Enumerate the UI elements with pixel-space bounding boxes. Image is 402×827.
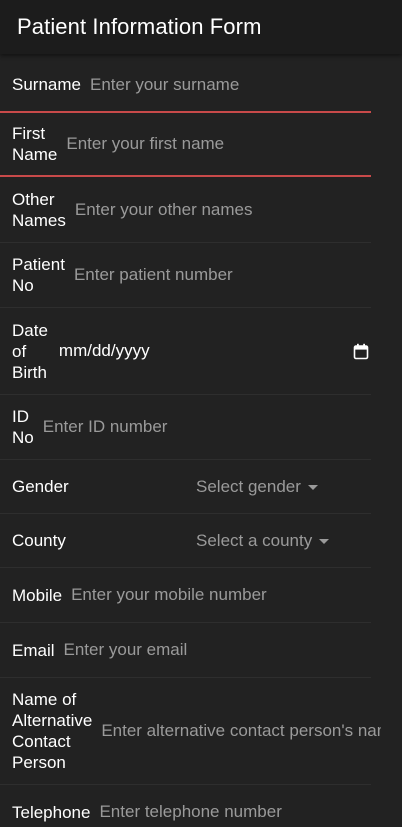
gender-select[interactable]: Select gender bbox=[196, 477, 318, 497]
surname-row: Surname bbox=[0, 58, 371, 113]
chevron-down-icon bbox=[307, 485, 318, 490]
first-name-label: First Name bbox=[12, 124, 58, 164]
gender-row: Gender Select gender bbox=[0, 460, 371, 514]
alt-contact-row: Name of Alternative Contact Person bbox=[0, 678, 381, 785]
telephone-input[interactable] bbox=[99, 802, 371, 822]
alt-contact-label: Name of Alternative Contact Person bbox=[12, 690, 93, 772]
mobile-row: Mobile bbox=[0, 568, 371, 623]
other-names-label: Other Names bbox=[12, 189, 66, 230]
first-name-input[interactable] bbox=[66, 134, 371, 154]
page-title: Patient Information Form bbox=[17, 14, 262, 39]
mobile-input[interactable] bbox=[71, 585, 371, 605]
telephone-label: Telephone bbox=[12, 802, 91, 822]
patient-no-input[interactable] bbox=[73, 265, 371, 285]
other-names-input[interactable] bbox=[74, 199, 371, 220]
dob-label: Date of Birth bbox=[12, 320, 48, 382]
email-label: Email bbox=[12, 640, 55, 660]
patient-no-row: Patient No bbox=[0, 243, 371, 308]
chevron-down-icon bbox=[319, 539, 330, 544]
id-no-input[interactable] bbox=[42, 417, 371, 437]
mobile-label: Mobile bbox=[12, 585, 63, 605]
county-row: County Select a county bbox=[0, 514, 371, 568]
dob-row: Date of Birth mm/dd/yyyy bbox=[0, 308, 371, 395]
calendar-icon[interactable] bbox=[353, 343, 369, 360]
county-select-value: Select a county bbox=[196, 530, 313, 550]
surname-input[interactable] bbox=[89, 74, 371, 95]
id-no-label: ID No bbox=[12, 407, 34, 447]
patient-form-screen: Patient Information Form Surname First N… bbox=[0, 0, 402, 827]
app-header: Patient Information Form bbox=[0, 0, 402, 54]
gender-label: Gender bbox=[12, 477, 69, 496]
other-names-row: Other Names bbox=[0, 177, 371, 243]
county-label: County bbox=[12, 531, 66, 550]
id-no-row: ID No bbox=[0, 395, 371, 460]
gender-select-value: Select gender bbox=[196, 476, 301, 496]
alt-contact-input[interactable] bbox=[101, 721, 381, 741]
telephone-row: Telephone bbox=[0, 785, 371, 827]
patient-no-label: Patient No bbox=[12, 255, 65, 295]
email-input[interactable] bbox=[63, 640, 371, 660]
surname-label: Surname bbox=[12, 75, 81, 94]
dob-input[interactable]: mm/dd/yyyy bbox=[59, 341, 353, 361]
county-select[interactable]: Select a county bbox=[196, 530, 330, 551]
email-row: Email bbox=[0, 623, 371, 678]
first-name-row: First Name bbox=[0, 113, 371, 177]
